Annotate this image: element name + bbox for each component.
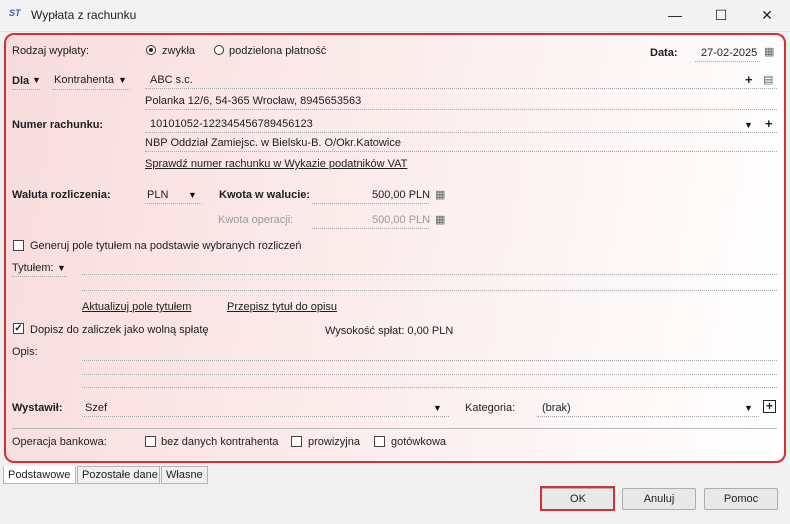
prowizyjna-checkbox[interactable] [291,436,302,447]
add-category-icon[interactable]: + [763,400,776,413]
waluta-label: Waluta rozliczenia: [12,189,111,201]
close-button[interactable]: ✕ [744,0,790,31]
tytul-line-2[interactable] [82,290,777,291]
category-underline [537,416,759,417]
dla-label: Dla [12,75,30,87]
bank-underline [145,151,777,152]
currency-dropdown-icon[interactable]: ▼ [188,190,197,200]
operation-amount-underline [312,228,429,229]
check-vat-link[interactable]: Sprawdź numer rachunku w Wykazie podatni… [145,158,407,170]
bez-danych-label: bez danych kontrahenta [161,436,279,448]
kategoria-label: Kategoria: [465,402,516,414]
tytul-dropdown-icon[interactable]: ▼ [57,263,66,273]
zaliczki-checkbox[interactable]: ✓ [13,323,24,334]
app-icon: ST [9,8,21,18]
radio-podzielona[interactable] [214,45,224,55]
copy-title-link[interactable]: Przepisz tytuł do opisu [227,301,337,313]
generuj-label: Generuj pole tytułem na podstawie wybran… [30,240,302,252]
tytul-line-1[interactable] [82,274,777,275]
tab-wlasne[interactable]: Własne [161,466,208,484]
radio-zwykla[interactable] [146,45,156,55]
radio-podzielona-label: podzielona płatność [229,45,327,57]
gotowkowa-label: gotówkowa [391,436,447,448]
operation-amount-field: 500,00 PLN [372,214,431,226]
category-select[interactable]: (brak) [542,402,571,414]
generuj-checkbox[interactable] [13,240,24,251]
opis-line-2[interactable] [82,374,777,375]
bez-danych-checkbox[interactable] [145,436,156,447]
minimize-button[interactable]: — [652,0,698,31]
opis-label: Opis: [12,346,38,358]
splat-amount: Wysokość spłat: 0,00 PLN [325,325,454,337]
update-title-link[interactable]: Aktualizuj pole tytułem [82,301,191,313]
date-underline [695,61,760,62]
window-title: Wypłata z rachunku [31,8,137,22]
address-underline [145,109,777,110]
amount-underline [312,203,429,204]
kontrahent-type-select[interactable]: Kontrahenta [54,74,114,86]
maximize-button[interactable]: ☐ [698,0,744,31]
date-input[interactable]: 27-02-2025 [701,47,757,59]
kontrahent-type-underline [52,89,130,90]
bank-name: NBP Oddział Zamiejsc. w Bielsku-B. O/Okr… [145,137,401,149]
add-kontrahent-icon[interactable]: + [745,72,753,87]
issuer-select[interactable]: Szef [85,402,107,414]
calculator-disabled-icon: ▦ [435,214,446,226]
help-button[interactable]: Pomoc [704,488,778,510]
gotowkowa-checkbox[interactable] [374,436,385,447]
calendar-icon[interactable]: ▦ [764,45,774,58]
tytul-label-underline [12,276,67,277]
rodzaj-label: Rodzaj wypłaty: [12,45,90,57]
amount-input[interactable]: 500,00 PLN [372,189,430,201]
opis-line-3[interactable] [82,387,777,388]
radio-zwykla-label: zwykła [162,45,196,57]
calculator-icon[interactable]: ▦ [435,188,445,201]
separator [12,428,777,429]
kontrahent-type-chevron-icon[interactable]: ▼ [118,75,127,85]
tab-podstawowe[interactable]: Podstawowe [3,466,76,484]
issuer-underline [82,416,449,417]
kwota-operacji-label: Kwota operacji: [218,214,294,226]
tytul-label: Tytułem: [12,262,54,274]
opis-line-1[interactable] [82,360,777,361]
kontrahent-name-field[interactable]: ABC s.c. [150,74,193,86]
category-dropdown-icon[interactable]: ▼ [744,403,753,413]
kontrahent-name-underline [145,88,777,89]
zaliczki-label: Dopisz do zaliczek jako wolną spłatę [30,324,209,336]
wystawil-label: Wystawił: [12,402,63,414]
issuer-dropdown-icon[interactable]: ▼ [433,403,442,413]
kontrahent-list-icon[interactable]: ▤ [763,73,773,86]
operacja-bankowa-label: Operacja bankowa: [12,436,107,448]
account-underline [145,132,777,133]
data-label: Data: [650,47,678,59]
currency-underline [145,203,202,204]
add-account-icon[interactable]: + [765,116,773,131]
tab-pozostale-dane[interactable]: Pozostałe dane [77,466,160,484]
account-number-select[interactable]: 10101052-122345456789456123 [150,118,313,130]
currency-select[interactable]: PLN [147,189,168,201]
rachunek-label: Numer rachunku: [12,119,104,131]
kwota-label: Kwota w walucie: [219,189,311,201]
cancel-button[interactable]: Anuluj [622,488,696,510]
account-dropdown-icon[interactable]: ▼ [744,120,753,130]
ok-button-highlight [540,486,615,511]
dla-underline [12,89,40,90]
dla-dropdown-icon[interactable]: ▼ [32,75,41,85]
kontrahent-address: Polanka 12/6, 54-365 Wrocław, 8945653563 [145,95,362,107]
prowizyjna-label: prowizyjna [308,436,360,448]
